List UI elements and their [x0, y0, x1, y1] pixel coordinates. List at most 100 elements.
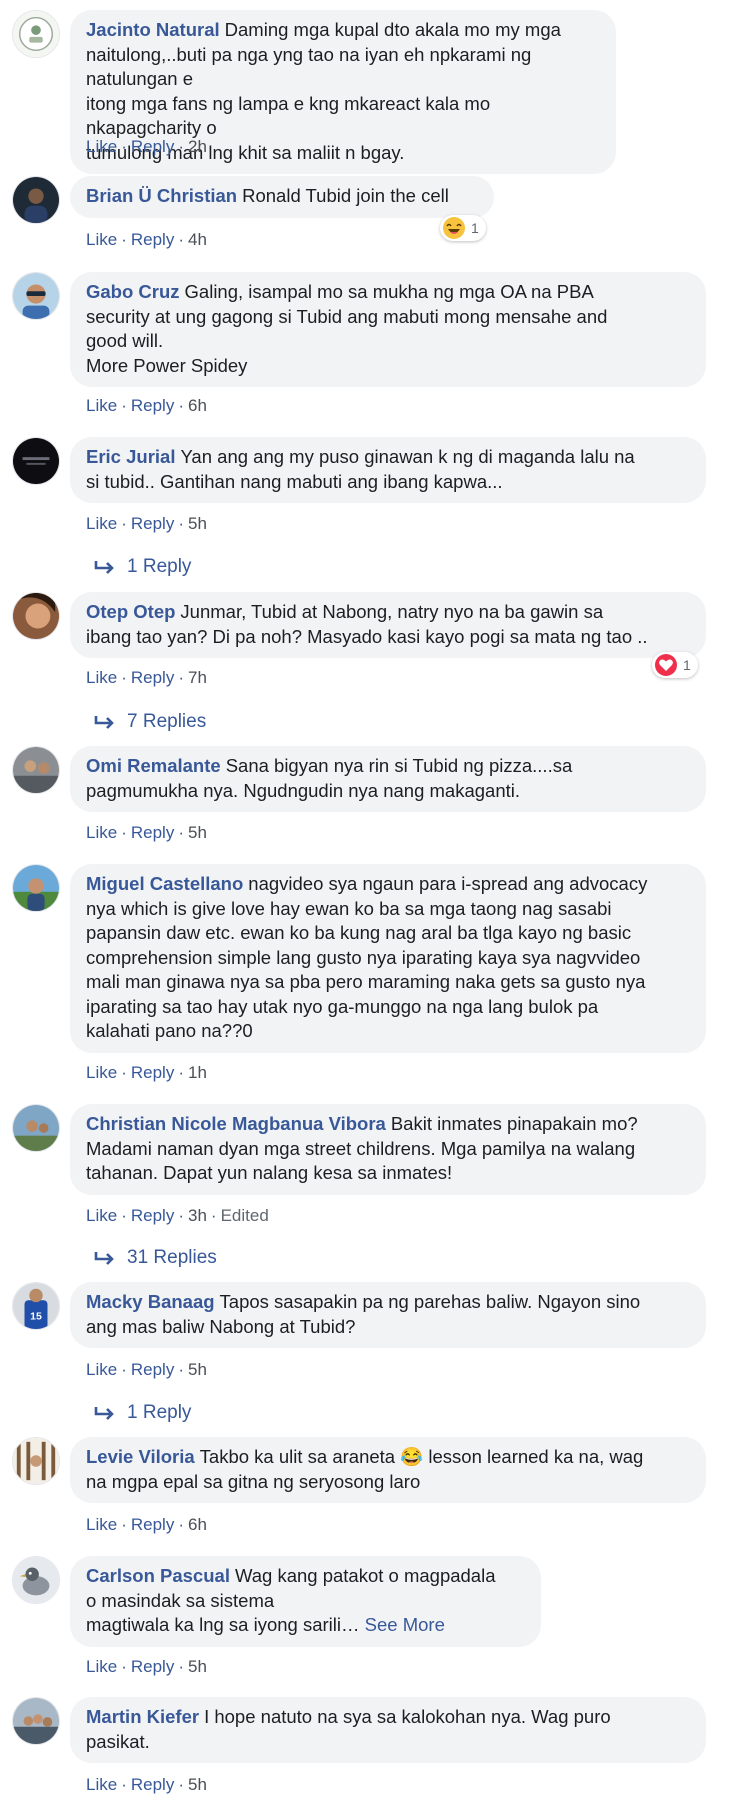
- comment-bubble: Martin Kiefer I hope natuto na sya sa kal…: [70, 1697, 706, 1763]
- reply-button[interactable]: Reply: [131, 137, 174, 156]
- comment-author[interactable]: Omi Remalante: [86, 755, 221, 776]
- view-replies-link[interactable]: 1 Reply: [93, 556, 191, 578]
- like-button[interactable]: Like: [86, 396, 117, 415]
- like-button[interactable]: Like: [86, 230, 117, 249]
- comment-actions: Like · Reply · 7h: [86, 668, 207, 688]
- comment-author[interactable]: Christian Nicole Magbanua Vibora: [86, 1113, 386, 1134]
- comment-text: papansin daw etc. ewan ko ba kung nag ar…: [86, 922, 632, 943]
- comment-bubble: Carlson Pascual Wag kang patakot o magpad…: [70, 1556, 541, 1647]
- comment-author[interactable]: Carlson Pascual: [86, 1565, 230, 1586]
- avatar[interactable]: [12, 592, 60, 640]
- reply-button[interactable]: Reply: [131, 1206, 174, 1225]
- reply-arrow-icon: [94, 715, 114, 729]
- timestamp[interactable]: 5h: [188, 1360, 207, 1379]
- avatar[interactable]: [12, 1556, 60, 1604]
- avatar[interactable]: [12, 437, 60, 485]
- comment-text: nya which is give love hay ewan ko ba sa…: [86, 897, 612, 919]
- timestamp[interactable]: 5h: [188, 1775, 207, 1794]
- comment-actions: Like · Reply · 5h: [86, 1657, 207, 1677]
- comment-author[interactable]: Miguel Castellano: [86, 873, 243, 894]
- reply-button[interactable]: Reply: [131, 668, 174, 687]
- svg-text:15: 15: [30, 1310, 42, 1322]
- comment-author[interactable]: Eric Jurial: [86, 446, 175, 467]
- like-button[interactable]: Like: [86, 1657, 117, 1676]
- comment-text: good will.: [86, 330, 164, 351]
- avatar[interactable]: [12, 10, 60, 58]
- edited-label[interactable]: Edited: [221, 1206, 269, 1225]
- reply-button[interactable]: Reply: [131, 1515, 174, 1534]
- timestamp[interactable]: 6h: [188, 396, 207, 415]
- like-button[interactable]: Like: [86, 1063, 117, 1082]
- timestamp[interactable]: 5h: [188, 1657, 207, 1676]
- comment-actions: Like · Reply · 6h: [86, 1515, 207, 1535]
- timestamp[interactable]: 5h: [188, 823, 207, 842]
- reply-button[interactable]: Reply: [131, 230, 174, 249]
- separator: ·: [121, 137, 127, 156]
- reply-button[interactable]: Reply: [131, 396, 174, 415]
- comment-author[interactable]: Levie Viloria: [86, 1446, 195, 1467]
- see-more-link[interactable]: See More: [365, 1614, 445, 1635]
- timestamp[interactable]: 2h: [188, 137, 207, 156]
- comment-bubble: Brian Ü Christian Ronald Tubid join the c…: [70, 176, 494, 218]
- avatar[interactable]: [12, 272, 60, 320]
- reaction-badge[interactable]: 1: [440, 215, 486, 241]
- timestamp[interactable]: 6h: [188, 1515, 207, 1534]
- view-replies-link[interactable]: 7 Replies: [93, 711, 206, 733]
- like-button[interactable]: Like: [86, 668, 117, 687]
- avatar[interactable]: [12, 1697, 60, 1745]
- comment-text: itong mga fans ng lampa e kng mkareact k…: [86, 92, 491, 139]
- comment-actions: Like · Reply · 5h: [86, 1775, 207, 1795]
- reaction-badge[interactable]: 1: [652, 652, 698, 678]
- like-button[interactable]: Like: [86, 137, 117, 156]
- comment-bubble: Gabo Cruz Galing, isampal mo sa mukha ng …: [70, 272, 706, 387]
- comment-text: Yan ang ang my puso ginawan k ng di maga…: [180, 446, 635, 467]
- comment-author[interactable]: Jacinto Natural: [86, 19, 220, 40]
- comment-text: security at ung gagong si Tubid ang mabu…: [86, 305, 608, 327]
- comment-text: Bakit inmates pinapakain mo?: [390, 1113, 638, 1134]
- comment-text: mali man ginawa nya sa pba pero maraming…: [86, 971, 646, 992]
- avatar[interactable]: [12, 176, 60, 224]
- replies-count: 31 Replies: [127, 1247, 217, 1268]
- reply-button[interactable]: Reply: [131, 1360, 174, 1379]
- comment-author[interactable]: Otep Otep: [86, 601, 175, 622]
- separator: ·: [178, 137, 184, 156]
- comment-author[interactable]: Martin Kiefer: [86, 1706, 199, 1727]
- reply-button[interactable]: Reply: [131, 1657, 174, 1676]
- like-button[interactable]: Like: [86, 1515, 117, 1534]
- timestamp[interactable]: 3h: [188, 1206, 207, 1225]
- comment-text: Sana bigyan nya rin si Tubid ng pizza...…: [225, 755, 573, 776]
- comment-text: magtiwala ka lng sa iyong sarili…: [86, 1614, 360, 1635]
- like-button[interactable]: Like: [86, 514, 117, 533]
- avatar[interactable]: [12, 1437, 60, 1485]
- comment-actions: Like · Reply · 2h: [86, 137, 207, 157]
- comment-author[interactable]: Gabo Cruz: [86, 281, 180, 302]
- reply-button[interactable]: Reply: [131, 1775, 174, 1794]
- separator: ·: [121, 1063, 127, 1082]
- view-replies-link[interactable]: 1 Reply: [93, 1402, 191, 1424]
- avatar[interactable]: [12, 746, 60, 794]
- separator: ·: [178, 1063, 184, 1082]
- separator: ·: [121, 514, 127, 533]
- avatar[interactable]: [12, 1104, 60, 1152]
- like-button[interactable]: Like: [86, 823, 117, 842]
- replies-count: 1 Reply: [127, 556, 192, 577]
- avatar[interactable]: [12, 864, 60, 912]
- reply-button[interactable]: Reply: [131, 823, 174, 842]
- comment-author[interactable]: Macky Banaag: [86, 1291, 215, 1312]
- timestamp[interactable]: 4h: [188, 230, 207, 249]
- separator: ·: [121, 1515, 127, 1534]
- timestamp[interactable]: 7h: [188, 668, 207, 687]
- view-replies-link[interactable]: 31 Replies: [93, 1247, 217, 1269]
- like-button[interactable]: Like: [86, 1206, 117, 1225]
- reply-button[interactable]: Reply: [131, 1063, 174, 1082]
- comment-actions: Like · Reply · 1h: [86, 1063, 207, 1083]
- comment-author[interactable]: Brian Ü Christian: [86, 185, 237, 206]
- timestamp[interactable]: 5h: [188, 514, 207, 533]
- reply-button[interactable]: Reply: [131, 514, 174, 533]
- comment-bubble: Miguel Castellano nagvideo sya ngaun para…: [70, 864, 706, 1053]
- avatar[interactable]: 15: [12, 1282, 60, 1330]
- like-button[interactable]: Like: [86, 1360, 117, 1379]
- like-button[interactable]: Like: [86, 1775, 117, 1794]
- comment-bubble: Levie Viloria Takbo ka ulit sa araneta 😂 …: [70, 1437, 706, 1503]
- timestamp[interactable]: 1h: [188, 1063, 207, 1082]
